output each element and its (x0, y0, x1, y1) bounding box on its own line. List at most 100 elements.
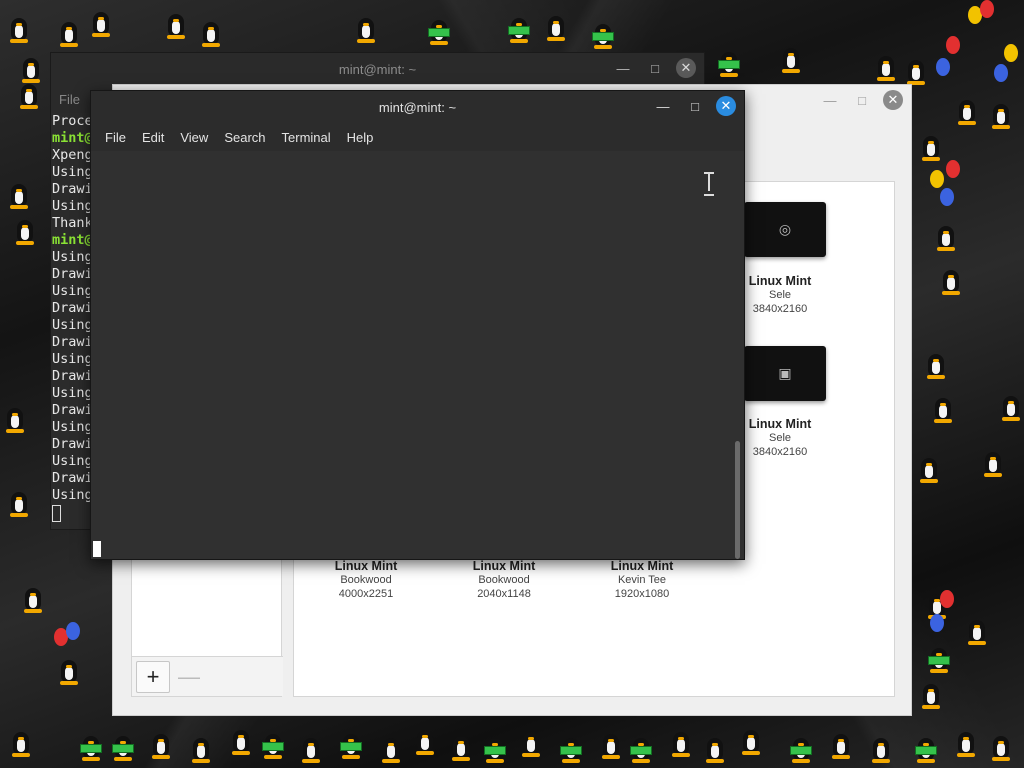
front-terminal-window[interactable]: mint@mint: ~ — □ ✕ File Edit View Search… (90, 90, 745, 560)
penguin-reading-icon (718, 48, 740, 78)
minimize-icon[interactable]: — (819, 89, 841, 111)
balloon-icon (946, 160, 960, 178)
penguin-icon (875, 52, 897, 82)
penguin-icon (918, 454, 940, 484)
front-terminal-titlebar[interactable]: mint@mint: ~ — □ ✕ (91, 91, 744, 123)
penguin-icon (1000, 392, 1022, 422)
menu-search[interactable]: Search (216, 130, 273, 145)
front-terminal-output[interactable] (91, 151, 744, 559)
ibeam-cursor-icon (703, 171, 715, 196)
close-icon[interactable]: ✕ (883, 90, 903, 110)
penguin-reading-icon (428, 16, 450, 46)
penguin-icon (956, 96, 978, 126)
menu-file[interactable]: File (59, 92, 80, 107)
penguin-icon (380, 734, 402, 764)
balloon-icon (1004, 44, 1018, 62)
penguin-icon (230, 726, 252, 756)
balloon-icon (940, 590, 954, 608)
penguin-icon (58, 656, 80, 686)
penguin-reading-icon (340, 730, 362, 760)
minimize-icon[interactable]: — (612, 57, 634, 79)
penguin-reading-icon (915, 734, 937, 764)
penguin-icon (4, 404, 26, 434)
window-title: mint@mint: ~ (338, 61, 417, 77)
penguin-reading-icon (112, 732, 134, 762)
mint-logo-icon: ▣ (778, 365, 792, 381)
balloon-icon (930, 170, 944, 188)
penguin-icon (190, 734, 212, 764)
penguin-reading-icon (80, 732, 102, 762)
penguin-icon (920, 132, 942, 162)
penguin-icon (935, 222, 957, 252)
penguin-icon (982, 448, 1004, 478)
front-terminal-menubar: File Edit View Search Terminal Help (91, 123, 744, 151)
penguin-icon (704, 734, 726, 764)
wallpaper-title: Linux Mint (334, 559, 398, 573)
penguin-icon (58, 18, 80, 48)
wallpaper-author: Bookwood (340, 574, 392, 586)
wallpaper-title: Linux Mint (610, 559, 674, 573)
penguin-icon (355, 14, 377, 44)
penguin-icon (966, 616, 988, 646)
wallpaper-caption: Linux Mint Kevin Tee 1920x1080 (572, 559, 712, 601)
terminal-cursor (93, 541, 101, 557)
menu-view[interactable]: View (172, 130, 216, 145)
back-terminal-titlebar[interactable]: mint@mint: ~ — □ ✕ (51, 53, 704, 85)
balloon-icon (936, 58, 950, 76)
penguin-icon (905, 56, 927, 86)
balloon-icon (940, 188, 954, 206)
wallpaper-thumbnail[interactable]: ▣ (744, 346, 826, 401)
penguin-icon (545, 12, 567, 42)
penguin-reading-icon (484, 734, 506, 764)
balloon-icon (980, 0, 994, 18)
menu-help[interactable]: Help (339, 130, 382, 145)
wallpaper-thumbnail[interactable]: ◎ (744, 202, 826, 257)
wallpaper-author: Bookwood (478, 574, 530, 586)
penguin-reading-icon (508, 14, 530, 44)
wallpaper-caption: Linux Mint Bookwood 2040x1148 (434, 559, 574, 601)
penguin-icon (925, 350, 947, 380)
minimize-icon[interactable]: — (652, 95, 674, 117)
penguin-icon (740, 726, 762, 756)
close-icon[interactable]: ✕ (676, 58, 696, 78)
penguin-icon (22, 584, 44, 614)
menu-file[interactable]: File (97, 130, 134, 145)
maximize-icon[interactable]: □ (851, 89, 873, 111)
penguin-icon (150, 730, 172, 760)
penguin-icon (955, 728, 977, 758)
penguin-reading-icon (592, 20, 614, 50)
penguin-reading-icon (560, 734, 582, 764)
penguin-icon (8, 488, 30, 518)
remove-folder-button[interactable]: — (172, 661, 206, 693)
add-folder-button[interactable]: + (136, 661, 170, 693)
maximize-icon[interactable]: □ (644, 57, 666, 79)
penguin-icon (8, 180, 30, 210)
menu-edit[interactable]: Edit (134, 130, 172, 145)
penguin-reading-icon (928, 644, 950, 674)
penguin-reading-icon (262, 730, 284, 760)
penguin-icon (600, 730, 622, 760)
penguin-icon (870, 734, 892, 764)
penguin-icon (8, 14, 30, 44)
penguin-icon (670, 728, 692, 758)
penguin-icon (14, 216, 36, 246)
penguin-icon (920, 680, 942, 710)
penguin-icon (414, 726, 436, 756)
wallpaper-caption: Linux Mint Bookwood 4000x2251 (296, 559, 436, 601)
close-icon[interactable]: ✕ (716, 96, 736, 116)
penguin-icon (10, 728, 32, 758)
sidebar-buttons: + — (132, 656, 283, 696)
maximize-icon[interactable]: □ (684, 95, 706, 117)
menu-terminal[interactable]: Terminal (274, 130, 339, 145)
penguin-icon (200, 18, 222, 48)
wallpaper-title: Linux Mint (472, 559, 536, 573)
penguin-icon (990, 100, 1012, 130)
penguin-icon (300, 734, 322, 764)
penguin-icon (18, 80, 40, 110)
balloon-icon (930, 614, 944, 632)
penguin-icon (990, 732, 1012, 762)
wallpaper-dimensions: 2040x1148 (477, 588, 531, 600)
penguin-icon (165, 10, 187, 40)
wallpaper-dimensions: 4000x2251 (338, 588, 394, 600)
terminal-scrollbar[interactable] (735, 441, 740, 559)
